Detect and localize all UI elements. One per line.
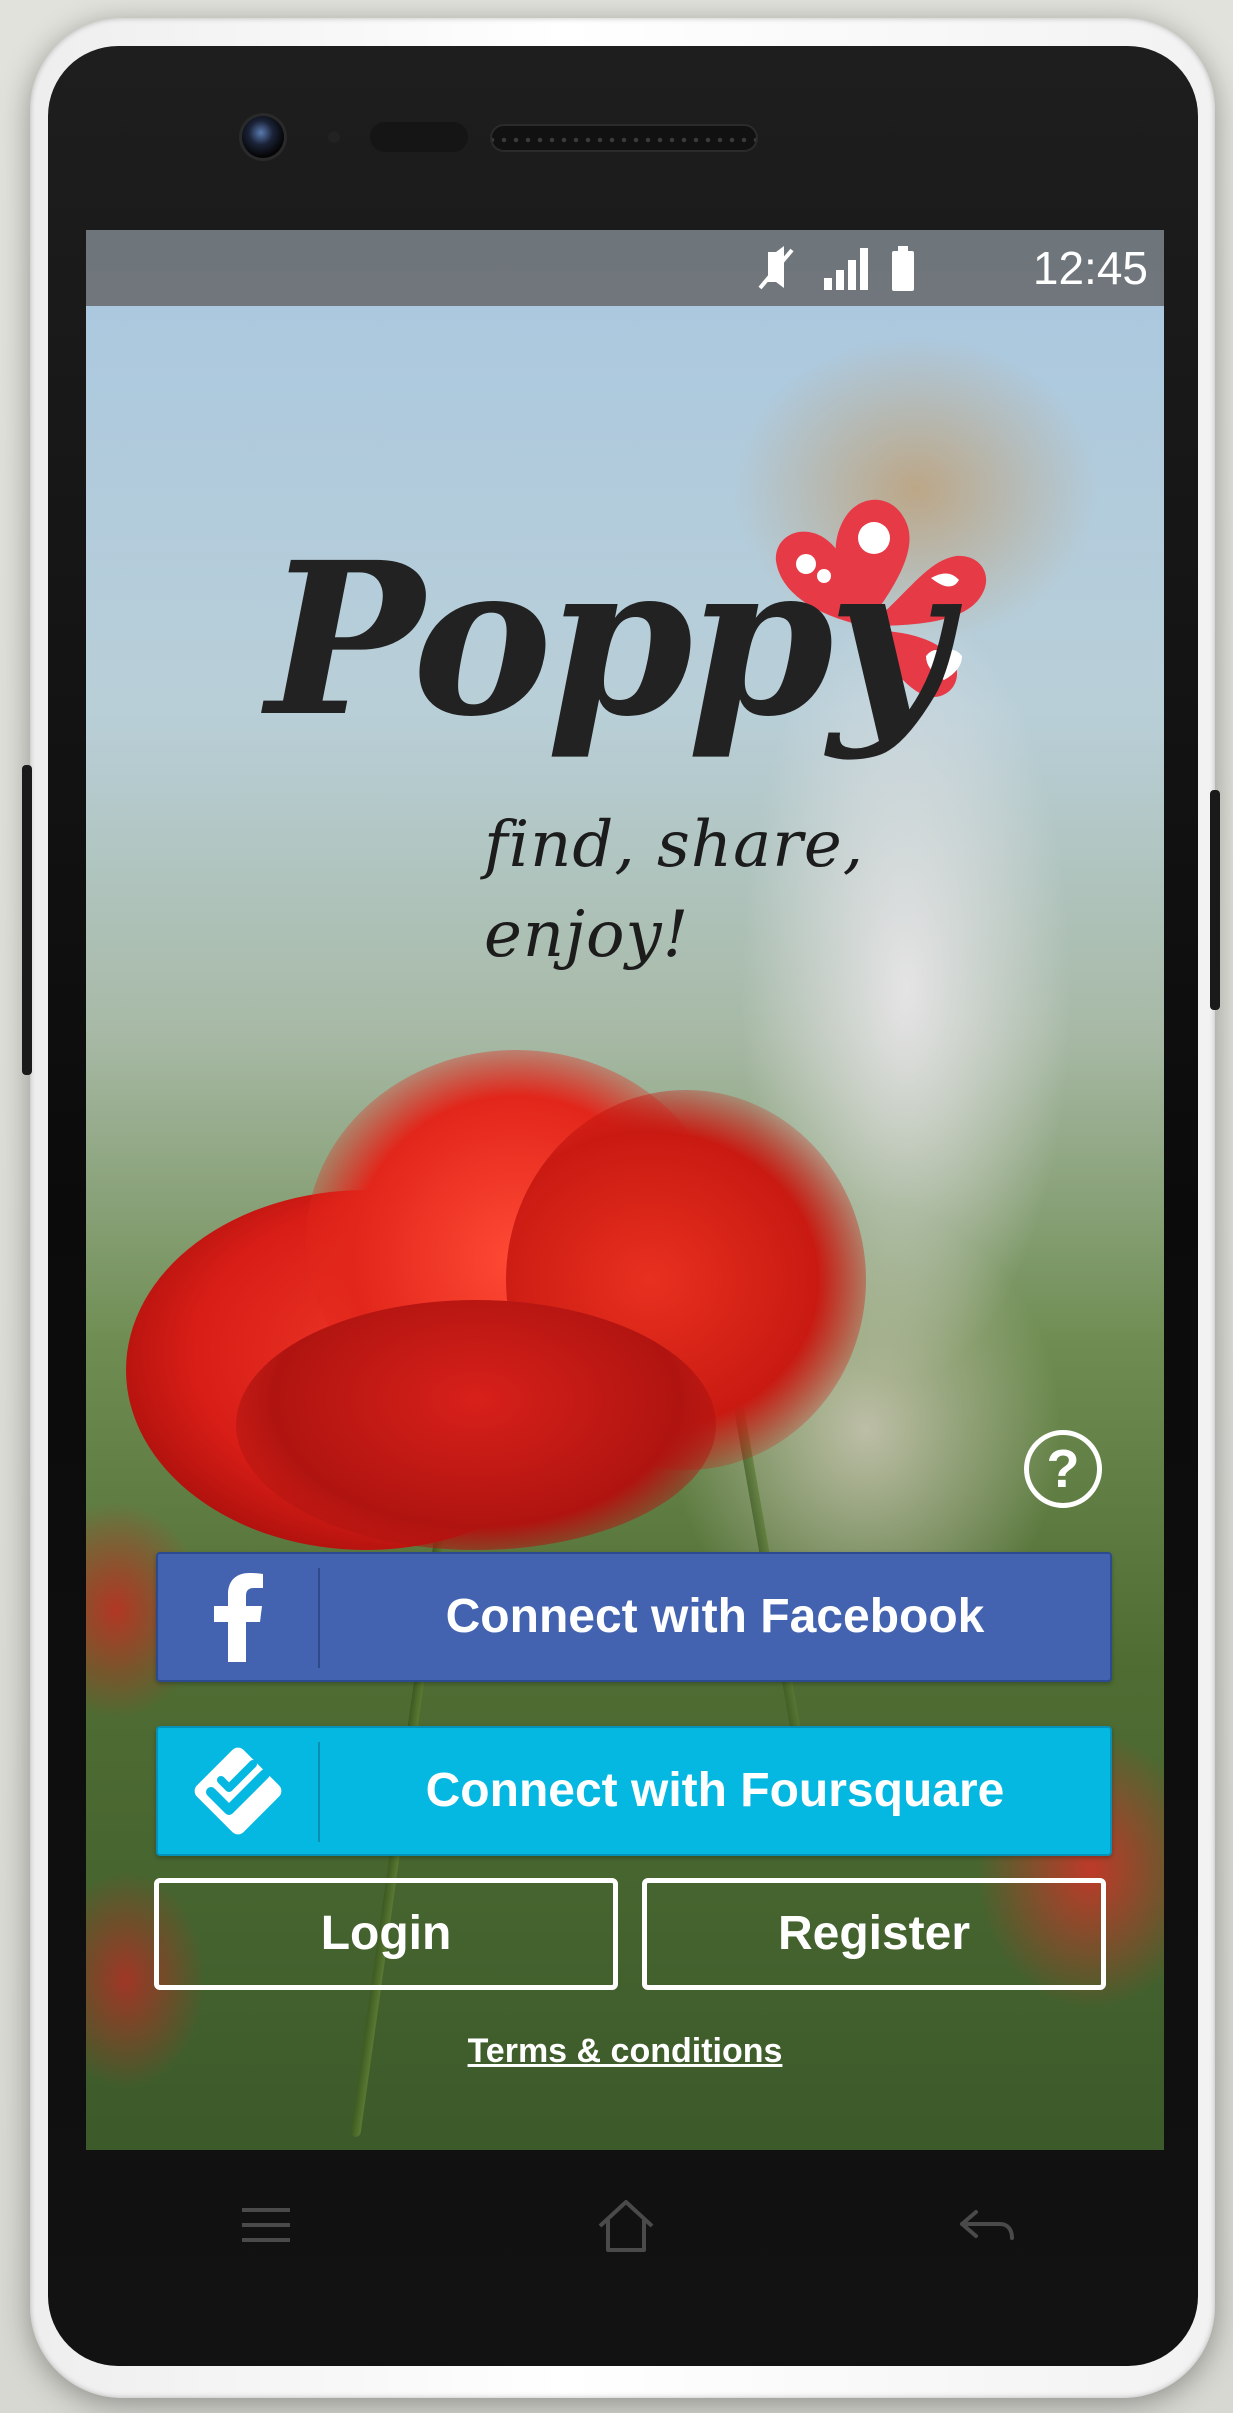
app-logo-text: Poppy	[266, 516, 950, 763]
login-button[interactable]: Login	[154, 1878, 618, 1990]
status-icons	[758, 246, 914, 291]
light-sensor	[370, 122, 468, 152]
front-camera	[242, 116, 284, 158]
poppy-petal	[236, 1300, 716, 1550]
signal-icon	[824, 248, 868, 290]
connect-foursquare-button[interactable]: Connect with Foursquare	[156, 1726, 1112, 1856]
app-screen: 12:45 Poppy find, share, enjoy! ? Connec…	[86, 230, 1164, 2150]
register-button[interactable]: Register	[642, 1878, 1106, 1990]
connect-facebook-button[interactable]: Connect with Facebook	[156, 1552, 1112, 1682]
terms-link[interactable]: Terms & conditions	[86, 2032, 1164, 2082]
facebook-icon	[158, 1554, 318, 1680]
proximity-sensor	[328, 131, 340, 143]
status-time: 12:45	[1032, 242, 1148, 294]
volume-button	[22, 765, 32, 1075]
earpiece-speaker	[490, 124, 758, 152]
power-button	[1210, 790, 1220, 1010]
menu-icon[interactable]	[226, 2190, 306, 2260]
status-bar: 12:45	[86, 230, 1164, 306]
facebook-button-label: Connect with Facebook	[445, 1590, 985, 1643]
battery-icon	[892, 246, 914, 291]
help-button[interactable]: ?	[1024, 1430, 1102, 1508]
home-icon[interactable]	[586, 2190, 666, 2260]
foursquare-icon	[158, 1728, 318, 1854]
app-tagline: find, share, enjoy!	[484, 808, 865, 972]
back-icon[interactable]	[946, 2190, 1026, 2260]
navigation-bar	[86, 2150, 1164, 2300]
mute-icon	[758, 246, 794, 290]
foursquare-button-label: Connect with Foursquare	[425, 1764, 1005, 1817]
